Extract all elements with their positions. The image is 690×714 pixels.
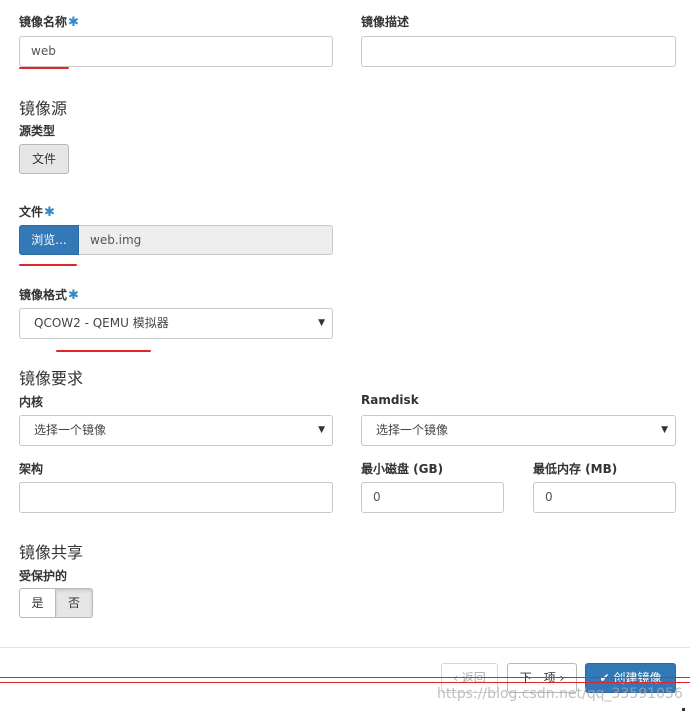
image-requirements-heading: 镜像要求: [19, 369, 84, 388]
required-mark: ✱: [68, 15, 79, 30]
annotation-underline: [56, 350, 151, 352]
min-disk-value: 0: [373, 490, 381, 504]
dropdown-arrow-icon: ▼: [661, 425, 668, 435]
protected-no-button[interactable]: 否: [56, 588, 93, 618]
file-label: 文件✱: [19, 203, 55, 220]
architecture-label: 架构: [19, 462, 44, 476]
image-source-heading: 镜像源: [19, 99, 68, 118]
min-disk-input[interactable]: 0: [361, 482, 504, 513]
image-name-input[interactable]: web: [19, 36, 333, 67]
protected-yes-label: 是: [31, 596, 44, 610]
protected-label: 受保护的: [19, 569, 68, 583]
kernel-select[interactable]: 选择一个镜像 ▼: [19, 415, 333, 446]
image-sharing-heading: 镜像共享: [19, 543, 84, 562]
image-description-label: 镜像描述: [361, 15, 410, 29]
image-description-input[interactable]: [361, 36, 676, 67]
annotation-underline: [19, 264, 77, 266]
kernel-selected: 选择一个镜像: [34, 423, 107, 437]
annotation-line: [0, 677, 690, 678]
corner-mark: [682, 708, 685, 711]
image-name-value: web: [31, 44, 56, 58]
image-format-label-text: 镜像格式: [19, 288, 68, 302]
architecture-input[interactable]: [19, 482, 333, 513]
min-memory-label: 最低内存 (MB): [533, 462, 618, 476]
source-type-label: 源类型: [19, 124, 56, 138]
annotation-underline: [19, 67, 69, 69]
image-format-label: 镜像格式✱: [19, 286, 79, 303]
browse-button[interactable]: 浏览...: [19, 225, 79, 255]
kernel-label: 内核: [19, 395, 44, 409]
min-memory-value: 0: [545, 490, 553, 504]
dropdown-arrow-icon: ▼: [318, 318, 325, 328]
min-disk-label: 最小磁盘 (GB): [361, 462, 444, 476]
image-name-label: 镜像名称✱: [19, 13, 79, 30]
image-format-selected: QCOW2 - QEMU 模拟器: [34, 316, 169, 330]
protected-no-label: 否: [67, 596, 80, 610]
file-label-text: 文件: [19, 205, 44, 219]
protected-toggle-group: 是 否: [19, 588, 93, 618]
source-type-file-button[interactable]: 文件: [19, 144, 69, 174]
watermark-text: https://blog.csdn.net/qq_33591056: [437, 686, 683, 702]
min-memory-input[interactable]: 0: [533, 482, 676, 513]
protected-yes-button[interactable]: 是: [19, 588, 56, 618]
image-name-label-text: 镜像名称: [19, 15, 68, 29]
source-type-file-label: 文件: [31, 152, 56, 166]
ramdisk-label: Ramdisk: [361, 393, 419, 407]
ramdisk-selected: 选择一个镜像: [376, 423, 449, 437]
required-mark: ✱: [44, 205, 55, 220]
footer-divider: [0, 647, 690, 648]
ramdisk-select[interactable]: 选择一个镜像 ▼: [361, 415, 676, 446]
annotation-line: [0, 682, 690, 683]
file-name: web.img: [90, 233, 142, 247]
browse-button-label: 浏览...: [31, 233, 67, 247]
image-format-select[interactable]: QCOW2 - QEMU 模拟器 ▼: [19, 308, 333, 339]
required-mark: ✱: [68, 288, 79, 303]
dropdown-arrow-icon: ▼: [318, 425, 325, 435]
